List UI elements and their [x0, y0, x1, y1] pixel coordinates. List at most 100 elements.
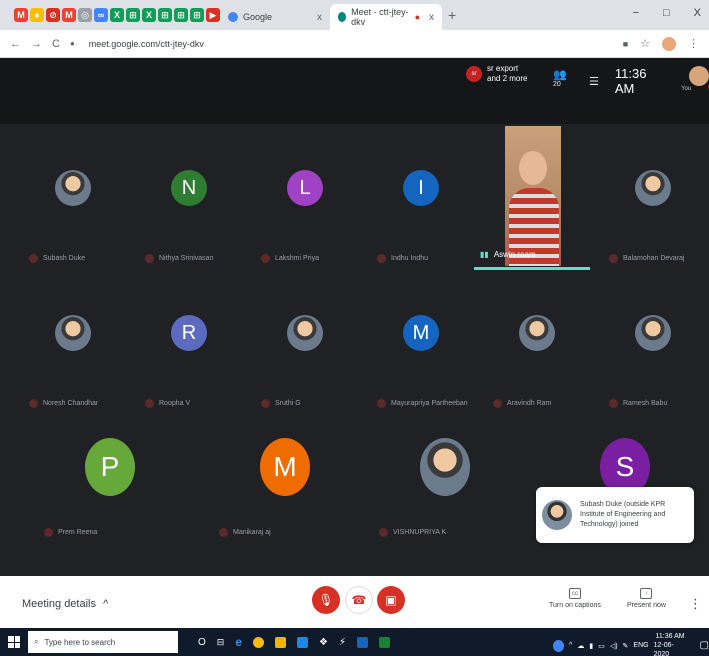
sheets-tab-icon[interactable]: ⊞ [174, 8, 188, 22]
tab-icon[interactable]: ⊘ [46, 8, 60, 22]
participant-tile[interactable]: Noresh Chandhar [15, 271, 131, 416]
present-label: Present now [627, 602, 666, 609]
avatar: N [171, 170, 207, 206]
browser-tab-strip: M ● ⊘ M ◎ ∞ X ⊞ X ⊞ ⊞ ⊞ ▶ Google x Meet … [0, 0, 709, 30]
participant-tile[interactable]: VISHNUPRIYA K [365, 416, 525, 561]
participant-name: Aravindh Ram [493, 399, 551, 408]
participant-tile[interactable]: M Mayurapriya Partheeban [363, 271, 479, 416]
hang-up-icon: ☎ [351, 593, 367, 607]
presentation-chip[interactable]: sr sr export and 2 more [466, 64, 527, 84]
reload-icon[interactable]: C [52, 38, 60, 50]
windows-start-button[interactable] [8, 636, 20, 648]
meeting-details-button[interactable]: Meeting details ^ [22, 598, 108, 610]
excel-icon[interactable] [379, 636, 391, 648]
dropbox-icon[interactable]: ❖ [319, 637, 328, 648]
participant-tile[interactable]: Subash Duke [15, 126, 131, 271]
active-speaker-video[interactable] [505, 126, 561, 266]
speaker-highlight-bar [474, 267, 590, 270]
avatar [55, 170, 91, 206]
notifications-icon[interactable]: ▢ [700, 640, 709, 651]
join-notification-text: Subash Duke (outside KPR Institute of En… [580, 501, 666, 528]
avatar [55, 315, 91, 351]
maximize-button[interactable]: □ [663, 7, 670, 19]
sheets-tab-icon[interactable]: ⊞ [126, 8, 140, 22]
close-window-button[interactable]: X [694, 7, 701, 19]
avatar [287, 315, 323, 351]
participant-tile[interactable]: R Roopha V [131, 271, 247, 416]
store-icon[interactable] [297, 636, 309, 648]
forward-icon[interactable]: → [31, 38, 42, 50]
participant-name: Subash Duke [29, 254, 85, 263]
participant-tile[interactable]: I Indhu Indhu [363, 126, 479, 271]
mic-off-icon [377, 254, 386, 263]
tab-icon[interactable]: ∞ [94, 8, 108, 22]
gmail-tab-icon[interactable]: M [62, 8, 76, 22]
participant-tile[interactable]: M Manikaraj aj [205, 416, 365, 561]
camera-icon[interactable]: ■ [623, 39, 628, 49]
participants-button[interactable]: 👥20 [553, 68, 573, 94]
file-explorer-icon[interactable] [275, 636, 287, 648]
mic-off-icon [145, 254, 154, 263]
volume-icon[interactable]: ◁) [610, 642, 618, 650]
windows-taskbar: ⌕ Type here to search O ⊟ e ❖ ⚡ ^ ☁ ▮ ▭ … [0, 628, 709, 656]
participant-tile[interactable]: P Prem Reena [30, 416, 190, 561]
chat-icon[interactable]: ☰ [589, 75, 599, 88]
captions-label: Turn on captions [549, 602, 601, 609]
taskbar-search[interactable]: ⌕ Type here to search [28, 631, 178, 653]
avatar-initial: I [418, 176, 424, 199]
tab-google[interactable]: Google x [220, 4, 330, 30]
word-icon[interactable] [357, 636, 369, 648]
present-now-button[interactable]: ↑ Present now [627, 588, 666, 609]
mic-toggle-button[interactable]: 🎙 [312, 586, 340, 614]
meet-tray-icon[interactable] [553, 639, 565, 652]
sheets-tab-icon[interactable]: X [142, 8, 156, 22]
sheets-tab-icon[interactable]: ⊞ [190, 8, 204, 22]
menu-icon[interactable]: ⋮ [688, 37, 699, 50]
participant-tile[interactable]: Balamohan Devaraj [595, 126, 709, 271]
network-icon[interactable]: ▭ [598, 642, 605, 650]
captions-button[interactable]: cc Turn on captions [549, 588, 601, 609]
pen-icon[interactable]: ✎ [623, 642, 629, 650]
more-options-icon[interactable]: ⋮ [689, 596, 702, 612]
avatar: M [403, 315, 439, 351]
chevron-up-icon[interactable]: ^ [569, 642, 572, 649]
participant-tile[interactable]: Sruthi G [247, 271, 363, 416]
meeting-clock: 11:36 AM [614, 66, 647, 96]
bookmark-star-icon[interactable]: ☆ [640, 37, 650, 50]
speaker-name-label: Aswin raam [493, 250, 536, 259]
edge-icon[interactable]: e [235, 635, 242, 649]
new-tab-button[interactable]: + [448, 7, 456, 23]
youtube-tab-icon[interactable]: ▶ [206, 8, 220, 22]
tab-meet[interactable]: Meet - ctt-jtey-dkv ● x [330, 4, 442, 30]
back-icon[interactable]: ← [10, 38, 21, 50]
participant-tile[interactable]: N Nithya Srinivasan [131, 126, 247, 271]
clock[interactable]: 11:36 AM 12-06-2020 [654, 632, 687, 656]
gmail-tab-icon[interactable]: M [14, 8, 28, 22]
cloud-icon[interactable]: ☁ [577, 642, 584, 650]
participant-tile[interactable]: Aravindh Ram [479, 271, 595, 416]
task-view-icon[interactable]: ⊟ [217, 637, 225, 648]
participant-tile[interactable]: Ramesh Babu [595, 271, 709, 416]
minimize-button[interactable]: − [633, 7, 639, 19]
system-tray: ^ ☁ ▮ ▭ ◁) ✎ ENG 11:36 AM 12-06-2020 ▢ [553, 632, 709, 656]
join-notification[interactable]: Subash Duke (outside KPR Institute of En… [536, 487, 694, 543]
app-icon[interactable]: ⚡ [339, 637, 346, 648]
language-indicator[interactable]: ENG [633, 642, 648, 649]
tab-icon[interactable]: ● [30, 8, 44, 22]
close-icon[interactable]: x [317, 12, 322, 23]
sheets-tab-icon[interactable]: ⊞ [158, 8, 172, 22]
tab-icon[interactable]: ◎ [78, 8, 92, 22]
url-field[interactable]: meet.google.com/ctt-jtey-dkv [89, 39, 204, 49]
chrome-icon[interactable] [253, 636, 265, 648]
self-view[interactable]: You [681, 66, 709, 96]
leave-call-button[interactable]: ☎ [345, 586, 373, 614]
camera-toggle-button[interactable]: ▣ [377, 586, 405, 614]
profile-avatar[interactable] [662, 36, 676, 51]
close-icon[interactable]: x [429, 12, 434, 23]
cortana-icon[interactable]: O [198, 637, 206, 648]
battery-icon[interactable]: ▮ [589, 642, 593, 650]
captions-icon: cc [568, 588, 581, 599]
participant-tile[interactable]: L Lakshmi Priya [247, 126, 363, 271]
sheets-tab-icon[interactable]: X [110, 8, 124, 22]
avatar-initial: N [181, 176, 197, 199]
